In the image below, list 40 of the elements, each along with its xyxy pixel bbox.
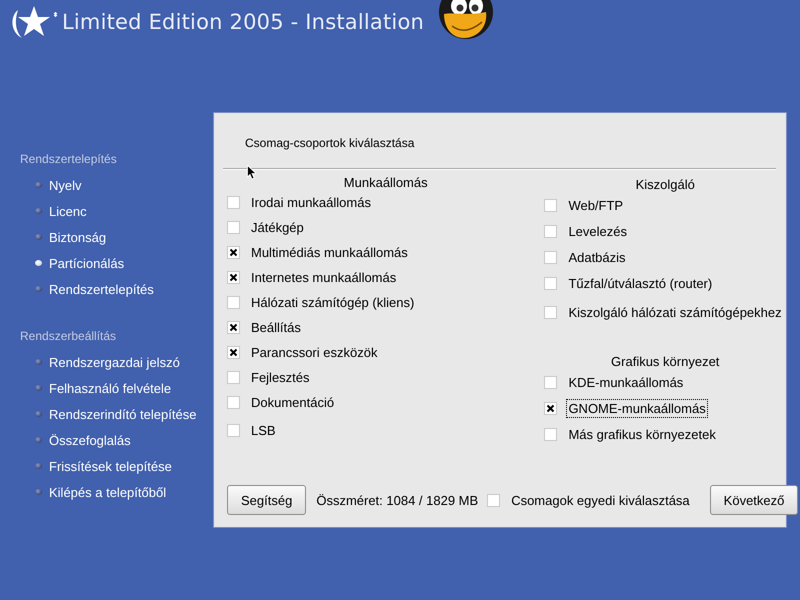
checkbox-label[interactable]: Adatbázis bbox=[566, 248, 628, 266]
step-label: Licenc bbox=[49, 204, 87, 218]
total-size-label: Összméret: 1084 / 1829 MB bbox=[316, 492, 478, 508]
step-label: Partícionálás bbox=[49, 256, 124, 270]
step-label: Összefoglalás bbox=[49, 432, 131, 448]
step-label: Rendszerindító telepítése bbox=[49, 406, 196, 422]
checkbox-label[interactable]: Játékgép bbox=[249, 218, 306, 237]
section-heading: Rendszertelepítés bbox=[19, 151, 118, 168]
checkbox-label[interactable]: Parancssori eszközök bbox=[249, 343, 380, 362]
checkbox-label[interactable]: Irodai munkaállomás bbox=[249, 193, 373, 212]
checkbox-label[interactable]: LSB bbox=[249, 421, 278, 440]
step-label: Felhasználó felvétele bbox=[49, 380, 172, 396]
group-heading: Grafikus környezet bbox=[611, 354, 720, 369]
checkbox-label[interactable]: Fejlesztés bbox=[249, 368, 312, 387]
step-label: Rendszergazdai jelszó bbox=[49, 354, 180, 370]
group-heading: Kiszolgáló bbox=[636, 177, 695, 192]
checkbox-label[interactable]: Levelezés bbox=[566, 222, 629, 240]
step-label: Kilépés a telepítőből bbox=[49, 484, 166, 500]
help-button[interactable]: Segítség bbox=[227, 485, 306, 515]
checkbox-label[interactable]: Csomagok egyedi kiválasztása bbox=[509, 490, 692, 510]
step-label: Nyelv bbox=[49, 178, 82, 192]
checkbox-label[interactable]: Dokumentáció bbox=[249, 393, 336, 412]
step-label: Rendszertelepítés bbox=[49, 282, 154, 296]
checkbox-label[interactable]: Kiszolgáló hálózati számítógépekhez bbox=[566, 302, 784, 322]
checkbox-label[interactable]: KDE-munkaállomás bbox=[566, 372, 686, 392]
checkbox-label[interactable]: Web/FTP bbox=[566, 196, 626, 214]
step-label: Frissítések telepítése bbox=[49, 458, 172, 474]
checkbox-label[interactable]: Hálózati számítógép (kliens) bbox=[249, 293, 416, 312]
checkbox-label[interactable]: Beállítás bbox=[249, 318, 303, 337]
checkbox-label[interactable]: Tűzfal/útválasztó (router) bbox=[566, 274, 714, 292]
step-label: Biztonság bbox=[49, 230, 106, 244]
app-title: Limited Edition 2005 - Installation bbox=[62, 10, 424, 34]
next-button[interactable]: Következő bbox=[710, 485, 798, 515]
section-heading: Rendszerbeállítás bbox=[19, 328, 118, 345]
checkbox-label[interactable]: GNOME-munkaállomás bbox=[566, 398, 708, 418]
checkbox-label[interactable]: Multimédiás munkaállomás bbox=[249, 243, 410, 262]
dialog-title: Csomag-csoportok kiválasztása bbox=[245, 136, 416, 152]
group-heading: Munkaállomás bbox=[344, 175, 428, 190]
checkbox-label[interactable]: Más grafikus környezetek bbox=[566, 424, 718, 444]
checkbox-label[interactable]: Internetes munkaállomás bbox=[249, 268, 398, 287]
